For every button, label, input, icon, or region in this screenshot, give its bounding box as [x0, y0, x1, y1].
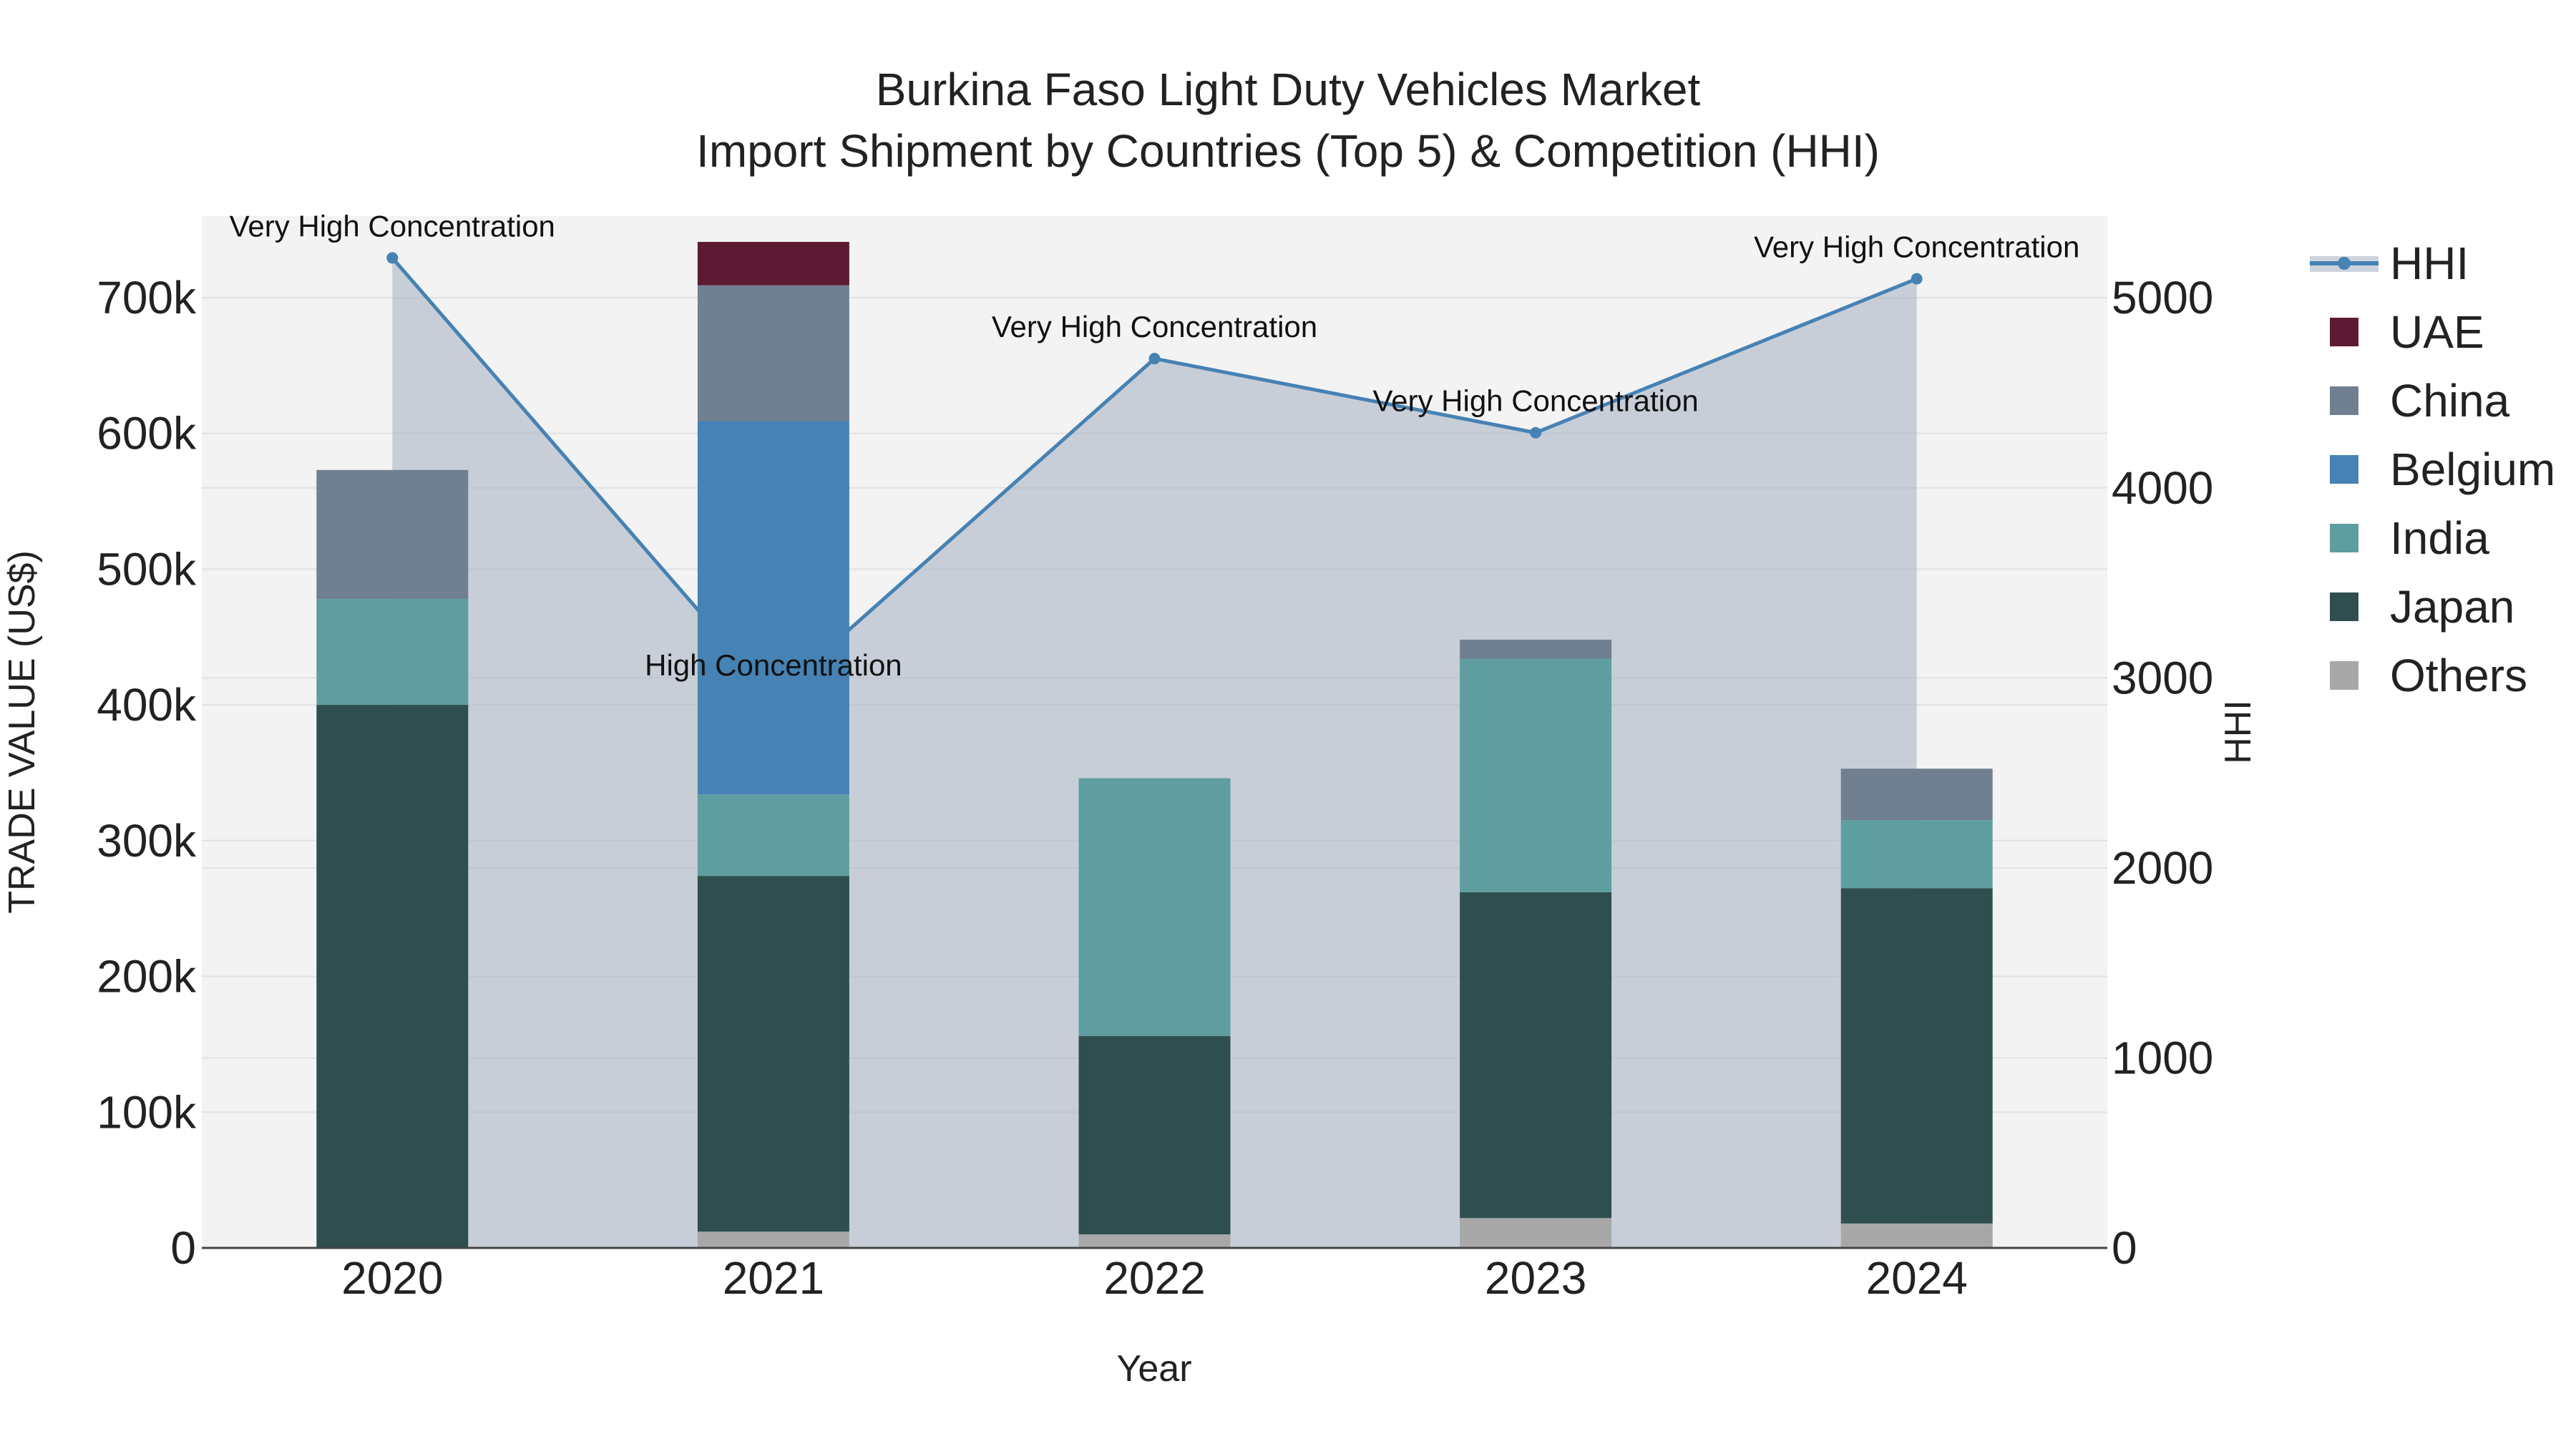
x-tick-label-2020: 2020	[341, 1252, 443, 1304]
y-axis-ticks: 0 100k 200k 300k 400k 500k 600k 700k	[97, 272, 197, 1274]
y-tick-label: 600k	[97, 408, 197, 459]
bar-china-2024	[1840, 769, 1993, 821]
bar-india-2023	[1460, 658, 1612, 892]
y2-axis-title: HHI	[2218, 700, 2259, 764]
legend-item-hhi: HHI	[2310, 238, 2469, 289]
legend-item-others: Others	[2330, 650, 2527, 701]
y-tick-label: 500k	[97, 543, 197, 595]
hhi-point-2024	[1911, 273, 1923, 285]
x-axis-ticks: 2020 2021 2022 2023 2024	[341, 1252, 1968, 1304]
y-tick-label: 200k	[97, 951, 197, 1002]
bar-india-2020	[316, 599, 469, 706]
x-tick-label-2023: 2023	[1485, 1252, 1586, 1304]
bar-others-2021	[697, 1231, 849, 1248]
legend-item-uae: UAE	[2330, 306, 2484, 358]
bar-india-2021	[697, 794, 849, 877]
hhi-point-2023	[1530, 426, 1542, 439]
y2-tick-label: 5000	[2112, 272, 2213, 323]
bar-japan-2021	[697, 876, 849, 1232]
legend: HHI UAE China Belgium India Japan Others	[2310, 238, 2555, 701]
legend-item-belgium: Belgium	[2330, 444, 2555, 495]
bar-china-2023	[1460, 639, 1612, 659]
bar-india-2024	[1840, 820, 1993, 889]
y2-tick-label: 3000	[2112, 652, 2213, 703]
legend-label: Belgium	[2390, 444, 2555, 495]
bar-uae-2021	[697, 242, 849, 286]
legend-item-japan: Japan	[2330, 581, 2514, 633]
x-tick-label-2021: 2021	[723, 1252, 824, 1304]
x-tick-label-2022: 2022	[1103, 1252, 1205, 1304]
legend-swatch	[2330, 592, 2358, 621]
hhi-point-2020	[386, 252, 399, 264]
hhi-annotation-2020: Very High Concentration	[230, 209, 555, 243]
x-tick-label-2024: 2024	[1866, 1252, 1968, 1304]
legend-label: HHI	[2390, 238, 2469, 289]
bar-japan-2024	[1840, 888, 1993, 1224]
legend-swatch-marker	[2338, 257, 2351, 270]
legend-label: China	[2390, 375, 2510, 426]
y-tick-label: 700k	[97, 272, 197, 323]
y-tick-label: 300k	[97, 815, 197, 867]
y-tick-label: 0	[170, 1222, 196, 1274]
y-tick-label: 400k	[97, 679, 197, 731]
y2-axis-ticks: 0 1000 2000 3000 4000 5000	[2112, 272, 2213, 1274]
chart: Very High Concentration High Concentratio…	[1, 209, 2555, 1390]
legend-swatch	[2330, 386, 2358, 415]
legend-item-china: China	[2330, 375, 2510, 426]
y2-tick-label: 1000	[2112, 1032, 2213, 1083]
legend-label: India	[2390, 512, 2489, 564]
y2-tick-label: 2000	[2112, 842, 2213, 894]
legend-swatch	[2330, 524, 2358, 552]
legend-swatch	[2330, 455, 2358, 484]
hhi-point-2021	[767, 691, 779, 703]
bar-japan-2020	[316, 705, 469, 1248]
y-tick-label: 100k	[97, 1086, 197, 1138]
bar-china-2021	[697, 285, 849, 421]
bar-india-2022	[1078, 778, 1231, 1037]
bar-japan-2022	[1078, 1036, 1231, 1235]
x-axis-title: Year	[1116, 1348, 1191, 1390]
bar-others-2024	[1840, 1223, 1993, 1248]
legend-item-india: India	[2330, 512, 2489, 564]
hhi-annotation-2022: Very High Concentration	[992, 310, 1317, 343]
y2-tick-label: 4000	[2112, 462, 2213, 514]
hhi-annotation-2024: Very High Concentration	[1754, 230, 2079, 264]
bar-china-2020	[316, 469, 469, 600]
bar-others-2023	[1460, 1218, 1612, 1248]
legend-swatch	[2330, 661, 2358, 690]
hhi-point-2022	[1148, 353, 1161, 365]
bar-belgium-2021	[697, 421, 849, 795]
hhi-annotation-2023: Very High Concentration	[1372, 384, 1698, 418]
bar-japan-2023	[1460, 892, 1612, 1219]
hhi-annotation-2021: High Concentration	[645, 648, 902, 682]
legend-label: Japan	[2390, 581, 2514, 633]
y2-tick-label: 0	[2112, 1222, 2137, 1274]
bar-others-2022	[1078, 1234, 1231, 1248]
y-axis-title: TRADE VALUE (US$)	[1, 550, 43, 914]
legend-swatch	[2330, 318, 2358, 346]
legend-label: UAE	[2390, 306, 2484, 358]
legend-label: Others	[2390, 650, 2527, 701]
